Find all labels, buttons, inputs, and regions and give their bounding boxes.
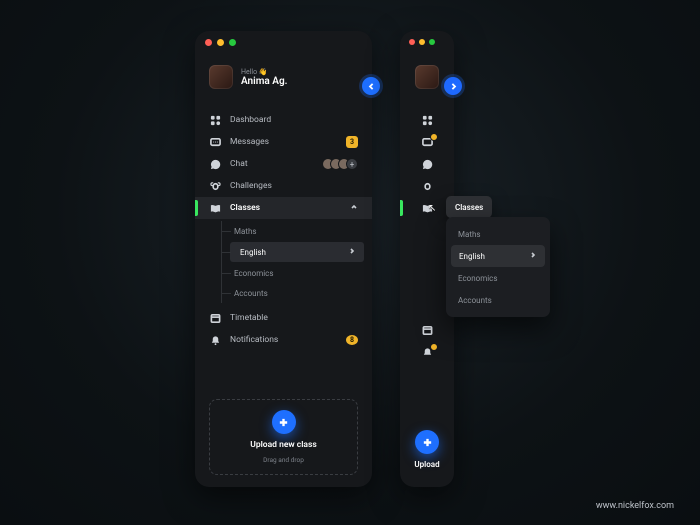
tooltip-classes: Classes (446, 196, 492, 218)
upload-add-button[interactable] (272, 410, 296, 434)
class-maths-label: Maths (458, 230, 481, 239)
nav-notifications[interactable] (400, 341, 454, 363)
avatar (209, 65, 233, 89)
nav-challenges[interactable]: Challenges (195, 175, 372, 197)
sidebar-collapsed: Classes ↖ Maths English Economics Accoun… (400, 31, 454, 487)
classes-icon (421, 202, 433, 214)
class-maths[interactable]: Maths (222, 221, 372, 241)
class-english-label: English (459, 252, 485, 261)
nav-dashboard[interactable]: Dashboard (195, 109, 372, 131)
avatar-more[interactable]: + (346, 158, 358, 170)
upload-short-label: Upload (414, 460, 439, 469)
class-economics[interactable]: Economics (222, 263, 372, 283)
chevron-left-icon (367, 82, 376, 91)
nav-messages[interactable]: Messages 3 (195, 131, 372, 153)
class-accounts[interactable]: Accounts (222, 283, 372, 303)
profile-block[interactable]: Hello 👋 Anima Ag. (209, 65, 287, 89)
dashboard-icon (209, 114, 221, 126)
chevron-right-icon (449, 82, 458, 91)
class-economics-label: Economics (458, 274, 497, 283)
tooltip-classes-label: Classes (455, 203, 483, 212)
nav-timetable-label: Timetable (230, 313, 358, 323)
zoom-dot[interactable] (429, 39, 435, 45)
class-english[interactable]: English (451, 245, 545, 267)
nav-chat-label: Chat (230, 159, 313, 169)
nav-classes-label: Classes (230, 203, 341, 213)
collapse-sidebar-button[interactable] (362, 77, 380, 95)
class-economics[interactable]: Economics (446, 267, 550, 289)
chevron-right-icon (529, 251, 537, 261)
nav-timetable[interactable]: Timetable (195, 307, 372, 329)
messages-badge: 3 (346, 136, 358, 148)
upload-collapsed[interactable]: Upload (400, 430, 454, 469)
notifications-icon (421, 346, 433, 358)
classes-flyout: Maths English Economics Accounts (446, 217, 550, 317)
challenges-icon (209, 180, 221, 192)
nav-messages-label: Messages (230, 137, 337, 147)
chat-icon (421, 158, 433, 170)
messages-icon (421, 136, 433, 148)
plus-icon (422, 437, 433, 448)
zoom-dot[interactable] (229, 39, 236, 46)
challenges-icon (421, 180, 433, 192)
messages-icon (209, 136, 221, 148)
nav-chat[interactable]: Chat + (195, 153, 372, 175)
nav-list: Dashboard Messages 3 Chat + (195, 109, 372, 351)
dashboard-icon (421, 114, 433, 126)
plus-icon (278, 417, 289, 428)
nav-timetable[interactable] (400, 319, 454, 341)
chat-icon (209, 158, 221, 170)
nav-notifications[interactable]: Notifications 8 (195, 329, 372, 351)
messages-badge-dot (430, 133, 438, 141)
chevron-right-icon (348, 247, 356, 257)
class-accounts-label: Accounts (234, 289, 268, 298)
window-traffic-lights (205, 39, 236, 46)
expand-sidebar-button[interactable] (444, 77, 462, 95)
window-traffic-lights (409, 39, 435, 45)
class-accounts[interactable]: Accounts (446, 289, 550, 311)
classes-subtree: Maths English Economics Accounts (221, 221, 372, 303)
nav-challenges-label: Challenges (230, 181, 358, 191)
class-economics-label: Economics (234, 269, 273, 278)
class-accounts-label: Accounts (458, 296, 492, 305)
timetable-icon (421, 324, 433, 336)
upload-add-button[interactable] (415, 430, 439, 454)
notifications-badge: 8 (346, 335, 358, 345)
greeting-text: Hello 👋 (241, 68, 287, 76)
chevron-up-icon (350, 203, 358, 214)
notifications-icon (209, 334, 221, 346)
nav-dashboard-label: Dashboard (230, 115, 358, 125)
classes-icon (209, 202, 221, 214)
nav-messages[interactable] (400, 131, 454, 153)
nav-classes[interactable]: Classes (400, 197, 454, 219)
timetable-icon (209, 312, 221, 324)
class-english-label: English (240, 248, 266, 257)
avatar[interactable] (415, 65, 439, 89)
class-maths[interactable]: Maths (446, 223, 550, 245)
close-dot[interactable] (205, 39, 212, 46)
credit-link[interactable]: www.nickelfox.com (596, 501, 674, 511)
minimize-dot[interactable] (217, 39, 224, 46)
chat-avatars: + (322, 158, 358, 170)
upload-subtitle: Drag and drop (263, 456, 304, 464)
upload-dropzone[interactable]: Upload new class Drag and drop (209, 399, 358, 475)
notifications-badge-dot (430, 343, 438, 351)
nav-notifications-label: Notifications (230, 335, 337, 345)
sidebar-expanded: Hello 👋 Anima Ag. Dashboard Messages 3 (195, 31, 372, 487)
upload-title: Upload new class (250, 440, 317, 450)
class-english[interactable]: English (230, 242, 364, 262)
nav-challenges[interactable] (400, 175, 454, 197)
class-maths-label: Maths (234, 227, 257, 236)
nav-dashboard[interactable] (400, 109, 454, 131)
close-dot[interactable] (409, 39, 415, 45)
nav-chat[interactable] (400, 153, 454, 175)
minimize-dot[interactable] (419, 39, 425, 45)
nav-classes[interactable]: Classes (195, 197, 372, 219)
user-name: Anima Ag. (241, 76, 287, 87)
